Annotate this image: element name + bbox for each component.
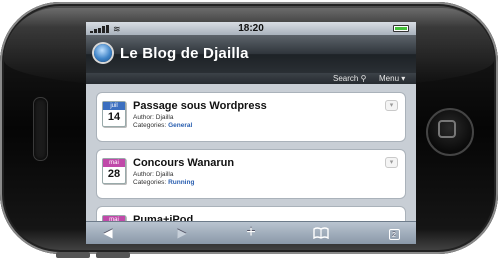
category-link[interactable]: Running xyxy=(168,179,194,186)
post-list: juil 14 Passage sous Wordpress Author: D… xyxy=(86,84,416,244)
battery-icon xyxy=(393,25,409,32)
expand-chevron-icon[interactable]: ▾ xyxy=(385,100,398,111)
back-icon: ◀ xyxy=(103,226,113,240)
phone-frame: ≋ 18:20 Le Blog de Djailla Search ⚲ Menu… xyxy=(0,2,498,258)
earpiece xyxy=(33,97,48,161)
calendar-icon: mai 28 xyxy=(102,158,126,184)
bookmarks-button[interactable] xyxy=(309,225,333,241)
calendar-month: mai xyxy=(103,159,125,167)
expand-chevron-icon[interactable]: ▾ xyxy=(385,157,398,168)
search-button[interactable]: Search ⚲ xyxy=(333,73,366,84)
screen: ≋ 18:20 Le Blog de Djailla Search ⚲ Menu… xyxy=(86,22,416,244)
categories-label: Categories: xyxy=(133,179,167,186)
search-icon: ⚲ xyxy=(360,74,367,83)
post-card[interactable]: juil 14 Passage sous Wordpress Author: D… xyxy=(96,92,406,142)
pages-count: 2 xyxy=(392,232,396,239)
forward-button[interactable]: ▶ xyxy=(170,225,194,241)
volume-up-button[interactable] xyxy=(56,252,90,258)
plus-icon: + xyxy=(246,224,256,241)
page-title[interactable]: Le Blog de Djailla xyxy=(120,45,249,62)
browser-toolbar: ◀ ▶ + 2 xyxy=(86,221,416,244)
categories-label: Categories: xyxy=(133,122,167,129)
post-author: Author: Djailla xyxy=(133,114,173,121)
pages-button[interactable]: 2 xyxy=(382,225,406,241)
search-label: Search xyxy=(333,74,359,83)
blog-logo-icon[interactable] xyxy=(94,44,112,62)
calendar-day: 14 xyxy=(107,111,121,123)
post-categories: Categories: Running xyxy=(133,179,194,186)
post-categories: Categories: General xyxy=(133,122,192,129)
menu-label: Menu xyxy=(379,74,400,83)
post-title[interactable]: Passage sous Wordpress xyxy=(133,100,267,112)
menu-button[interactable]: Menu ▾ xyxy=(379,73,405,84)
author-label: Author: xyxy=(133,171,154,178)
volume-down-button[interactable] xyxy=(96,252,130,258)
post-title[interactable]: Concours Wanarun xyxy=(133,157,234,169)
category-link[interactable]: General xyxy=(168,122,192,129)
author-name: Djailla xyxy=(155,171,174,178)
calendar-month: juil xyxy=(103,102,125,110)
author-name: Djailla xyxy=(155,114,174,121)
post-card[interactable]: mai 28 Concours Wanarun Author: Djailla … xyxy=(96,149,406,199)
post-author: Author: Djailla xyxy=(133,171,173,178)
subnav-bar: Search ⚲ Menu ▾ xyxy=(86,73,416,84)
status-time: 18:20 xyxy=(238,23,264,34)
back-button[interactable]: ◀ xyxy=(96,225,120,241)
header-bar: Le Blog de Djailla xyxy=(86,35,416,73)
calendar-icon: juil 14 xyxy=(102,101,126,127)
add-bookmark-button[interactable]: + xyxy=(239,225,263,241)
book-icon xyxy=(313,227,329,240)
status-bar: ≋ 18:20 xyxy=(86,22,416,35)
author-label: Author: xyxy=(133,114,154,121)
pages-icon: 2 xyxy=(388,229,400,240)
forward-icon: ▶ xyxy=(177,226,187,240)
battery-fill xyxy=(395,27,407,30)
chevron-down-icon: ▾ xyxy=(401,74,406,83)
home-square-icon xyxy=(438,120,456,138)
calendar-day: 28 xyxy=(107,168,121,180)
